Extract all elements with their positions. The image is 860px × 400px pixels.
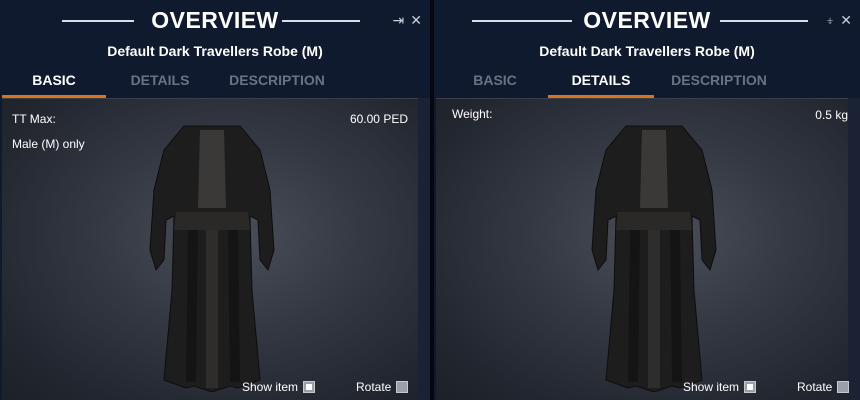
rotate-checkbox[interactable] <box>396 381 409 393</box>
show-item-checkbox[interactable] <box>744 381 757 393</box>
rotate-control: Rotate <box>797 380 850 394</box>
tab-basic[interactable]: BASIC <box>2 66 106 98</box>
show-item-control: Show item <box>683 380 757 394</box>
robe-3d-model <box>591 125 717 392</box>
show-item-label: Show item <box>242 380 299 394</box>
weight-value: 0.5 kg <box>815 108 848 122</box>
item-name: Default Dark Travellers Robe (M) <box>539 43 755 59</box>
tab-description[interactable]: DESCRIPTION <box>656 66 782 98</box>
rotate-label: Rotate <box>797 380 833 394</box>
title-line-right <box>282 20 360 22</box>
scrollbar[interactable] <box>848 98 860 400</box>
tab-bar: BASIC DETAILS DESCRIPTION <box>0 66 430 98</box>
item-name: Default Dark Travellers Robe (M) <box>107 43 323 59</box>
show-item-label: Show item <box>683 380 740 394</box>
overview-panel-basic: OVERVIEW ⇥ ✕ Default Dark Travellers Rob… <box>0 0 430 400</box>
tab-description[interactable]: DESCRIPTION <box>214 66 340 98</box>
title-bar[interactable]: OVERVIEW ⇥ ✕ <box>0 0 430 40</box>
pin-icon[interactable]: ⍖ <box>826 12 834 29</box>
gender-restriction: Male (M) only <box>12 137 85 151</box>
pin-icon[interactable]: ⇥ <box>393 12 405 29</box>
tab-bar: BASIC DETAILS DESCRIPTION <box>434 66 860 98</box>
tt-max-value: 60.00 PED <box>349 112 408 126</box>
overview-panel-details: OVERVIEW ⍖ ✕ Default Dark Travellers Rob… <box>434 0 860 400</box>
tab-basic[interactable]: BASIC <box>444 66 546 98</box>
tab-details[interactable]: DETAILS <box>548 66 654 98</box>
tt-max-label: TT Max: <box>12 112 56 126</box>
title-bar[interactable]: OVERVIEW ⍖ ✕ <box>434 0 860 40</box>
close-icon[interactable]: ✕ <box>410 12 422 29</box>
tab-details[interactable]: DETAILS <box>108 66 212 98</box>
title-line-right <box>720 20 808 22</box>
show-item-control: Show item <box>242 380 316 394</box>
weight-label: Weight: <box>452 107 493 121</box>
rotate-control: Rotate <box>356 380 409 394</box>
show-item-checkbox[interactable] <box>303 381 316 393</box>
rotate-checkbox[interactable] <box>837 381 850 393</box>
scrollbar[interactable] <box>418 98 430 400</box>
rotate-label: Rotate <box>356 380 392 394</box>
close-icon[interactable]: ✕ <box>840 12 852 29</box>
panel-title: OVERVIEW <box>151 7 279 33</box>
robe-3d-model <box>149 125 275 392</box>
